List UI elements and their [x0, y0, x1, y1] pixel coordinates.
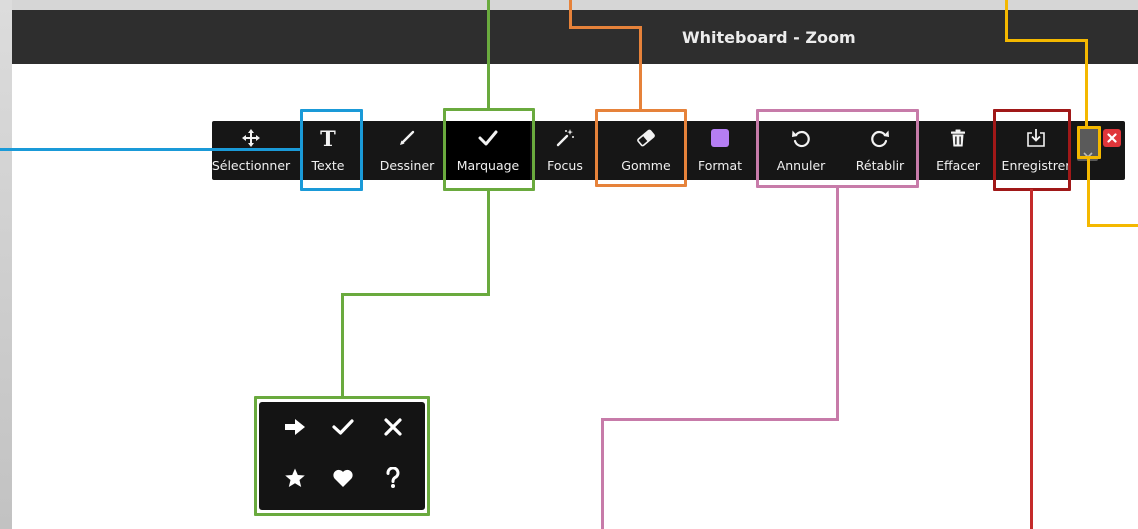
color-swatch-icon: [692, 126, 748, 150]
pencil-icon: [372, 126, 442, 150]
collapse-callout-box: [1077, 126, 1101, 159]
eraser-callout-line-b: [569, 26, 642, 29]
stamp-tool-callout-line-horizontal: [341, 293, 490, 296]
text-tool-callout-box: [300, 109, 363, 191]
clear-label: Effacer: [936, 158, 980, 173]
stamp-palette-callout-box: [254, 396, 430, 516]
stamp-tool-callout-line-top: [487, 0, 490, 110]
close-icon: [1107, 133, 1117, 143]
stamp-tool-callout-line-panel: [341, 293, 344, 397]
window-title: Whiteboard - Zoom: [682, 28, 856, 47]
undo-redo-callout-box: [756, 109, 919, 188]
magic-wand-icon: [538, 126, 592, 150]
format-tool-button[interactable]: Format: [692, 121, 748, 180]
stamp-tool-callout-box: [443, 108, 535, 191]
select-tool-label: Sélectionner: [212, 158, 291, 173]
window-titlebar: [12, 10, 1138, 64]
stamp-tool-callout-line-down: [487, 189, 490, 296]
screen-left-gutter: [0, 0, 12, 529]
draw-tool-button[interactable]: Dessiner: [372, 121, 442, 180]
format-tool-label: Format: [697, 158, 743, 173]
close-toolbar-button[interactable]: [1103, 129, 1121, 147]
draw-tool-label: Dessiner: [379, 158, 435, 173]
format-color-swatch: [711, 129, 729, 147]
collapse-callout-line-c: [1085, 39, 1088, 128]
undo-redo-callout-line-a: [836, 186, 839, 421]
trash-icon: [926, 126, 990, 150]
text-tool-callout-line: [0, 148, 302, 151]
clear-button[interactable]: Effacer: [926, 121, 990, 180]
eraser-callout-line-a: [569, 0, 572, 29]
undo-redo-callout-line-b: [601, 418, 839, 421]
collapse-callout-line-d: [1087, 157, 1090, 227]
undo-redo-callout-line-c: [601, 418, 604, 529]
eraser-tool-callout-box: [595, 109, 687, 187]
move-arrows-icon: [212, 126, 296, 150]
spotlight-tool-label: Focus: [547, 158, 583, 173]
spotlight-tool-button[interactable]: Focus: [538, 121, 592, 180]
collapse-callout-line-e: [1087, 224, 1138, 227]
save-callout-line: [1030, 189, 1033, 529]
collapse-callout-line-b: [1005, 39, 1088, 42]
collapse-callout-line-a: [1005, 0, 1008, 42]
eraser-callout-line-c: [639, 26, 642, 111]
save-callout-box: [993, 109, 1071, 191]
